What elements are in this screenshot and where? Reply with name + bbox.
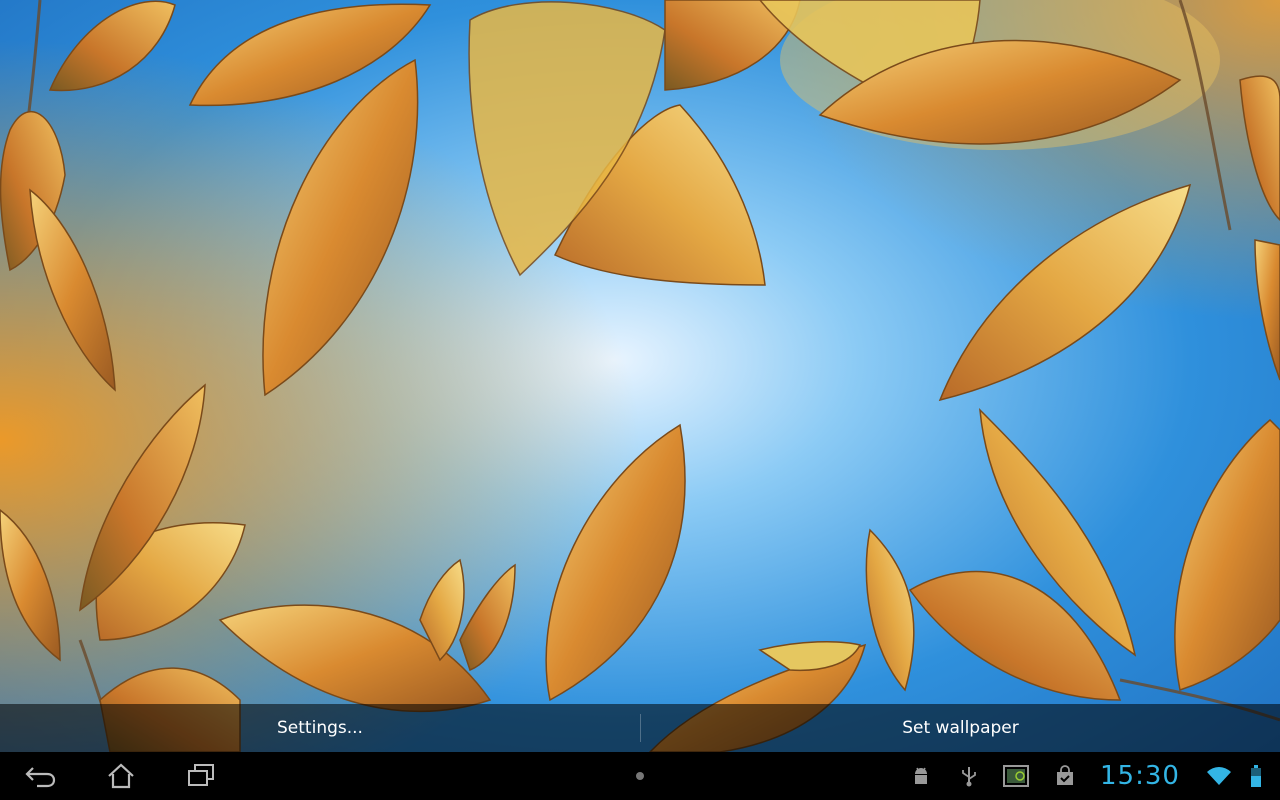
menu-dot-icon[interactable] bbox=[630, 752, 650, 800]
live-wallpaper-preview bbox=[0, 0, 1280, 800]
set-wallpaper-button[interactable]: Set wallpaper bbox=[641, 704, 1280, 752]
battery-icon bbox=[1244, 752, 1268, 800]
wallpaper-action-bar: Settings... Set wallpaper bbox=[0, 704, 1280, 752]
usb-icon bbox=[954, 752, 984, 800]
back-icon[interactable] bbox=[18, 752, 64, 800]
store-bag-icon bbox=[1050, 752, 1080, 800]
clock: 15:30 bbox=[1100, 761, 1180, 791]
screenshot-icon bbox=[1000, 752, 1032, 800]
home-icon[interactable] bbox=[98, 752, 144, 800]
recent-apps-icon[interactable] bbox=[178, 752, 224, 800]
android-debug-icon bbox=[906, 752, 936, 800]
wifi-icon bbox=[1204, 752, 1234, 800]
settings-button[interactable]: Settings... bbox=[0, 704, 640, 752]
system-bar: 15:30 bbox=[0, 752, 1280, 800]
